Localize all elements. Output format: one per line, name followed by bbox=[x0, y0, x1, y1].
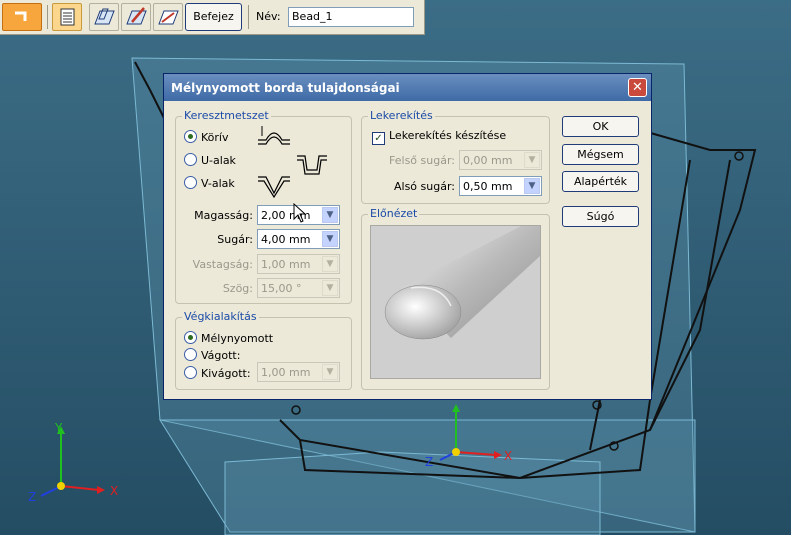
draw-profile-button[interactable] bbox=[121, 3, 151, 31]
upper-radius-label: Felső sugár: bbox=[389, 154, 455, 167]
plane-icon bbox=[94, 8, 115, 25]
cross-section-group-label: Keresztmetszet bbox=[182, 109, 271, 122]
radio-v-shape[interactable]: V-alak bbox=[184, 176, 235, 190]
bead-step-icon bbox=[15, 11, 27, 21]
radio-button[interactable] bbox=[184, 348, 197, 361]
radio-u-shape[interactable]: U-alak bbox=[184, 153, 236, 167]
lower-radius-label: Alsó sugár: bbox=[394, 180, 455, 193]
arc-profile-icon bbox=[258, 126, 290, 145]
lower-radius-combo[interactable]: 0,50 mm ▼ bbox=[459, 176, 542, 196]
upper-radius-value: 0,00 mm bbox=[463, 154, 513, 167]
v-profile-icon bbox=[258, 176, 290, 199]
chevron-down-icon[interactable]: ▼ bbox=[322, 280, 338, 296]
radio-button[interactable] bbox=[184, 153, 197, 166]
plane-select-button[interactable] bbox=[89, 3, 119, 31]
bead-properties-dialog: Mélynyomott borda tulajdonságai ✕ Keresz… bbox=[163, 73, 652, 400]
radio-punched[interactable]: Kivágott: bbox=[184, 366, 251, 380]
punched-combo[interactable]: 1,00 mm ▼ bbox=[257, 362, 340, 382]
radio-button[interactable] bbox=[184, 366, 197, 379]
axis-z-label: Z bbox=[28, 490, 36, 504]
cancel-button[interactable]: Mégsem bbox=[562, 144, 639, 165]
radio-arc-label: Körív bbox=[201, 131, 229, 144]
side-step-button[interactable] bbox=[153, 3, 183, 31]
bead-preview-image bbox=[370, 225, 541, 379]
end-condition-group: Végkialakítás Mélynyomott Vágott: Kivágo… bbox=[175, 310, 352, 390]
coordinate-triad-left: Y X Z bbox=[28, 421, 118, 504]
radio-u-shape-label: U-alak bbox=[201, 154, 236, 167]
help-button[interactable]: Súgó bbox=[562, 206, 639, 227]
radius-label: Sugár: bbox=[217, 233, 253, 246]
name-input[interactable]: Bead_1 bbox=[288, 7, 414, 27]
mouse-cursor-icon bbox=[293, 203, 307, 223]
chevron-down-icon[interactable]: ▼ bbox=[524, 178, 540, 194]
thickness-value: 1,00 mm bbox=[261, 258, 311, 271]
axis-x-label: X bbox=[504, 449, 512, 463]
ok-button[interactable]: OK bbox=[562, 116, 639, 137]
radius-value: 4,00 mm bbox=[261, 233, 311, 246]
chevron-down-icon[interactable]: ▼ bbox=[524, 152, 540, 168]
chevron-down-icon[interactable]: ▼ bbox=[322, 231, 338, 247]
pencil-icon bbox=[126, 7, 147, 25]
rounding-group: Lekerekítés ✓ Lekerekítés készítése Felső… bbox=[361, 109, 550, 204]
chevron-down-icon[interactable]: ▼ bbox=[322, 256, 338, 272]
chevron-down-icon[interactable]: ▼ bbox=[322, 207, 338, 223]
lower-radius-value: 0,50 mm bbox=[463, 180, 513, 193]
punched-value: 1,00 mm bbox=[261, 366, 311, 379]
defaults-button[interactable]: Alapérték bbox=[562, 171, 639, 192]
finish-button[interactable]: Befejez bbox=[185, 3, 242, 31]
u-profile-icon bbox=[297, 155, 327, 175]
toolbar-separator bbox=[248, 5, 249, 29]
radio-cut[interactable]: Vágott: bbox=[184, 348, 240, 362]
dialog-title: Mélynyomott borda tulajdonságai bbox=[171, 81, 400, 95]
thickness-combo[interactable]: 1,00 mm ▼ bbox=[257, 254, 340, 274]
radio-button[interactable] bbox=[184, 130, 197, 143]
axis-x-label: X bbox=[110, 484, 118, 498]
toolbar-separator bbox=[47, 5, 48, 29]
radio-v-shape-label: V-alak bbox=[201, 177, 235, 190]
preview-group-label: Előnézet bbox=[368, 207, 420, 220]
command-bar: Befejez Név: Bead_1 bbox=[0, 0, 425, 35]
angle-value: 15,00 ° bbox=[261, 282, 302, 295]
angle-combo[interactable]: 15,00 ° ▼ bbox=[257, 278, 340, 298]
height-label: Magasság: bbox=[194, 209, 253, 222]
side-plane-icon bbox=[158, 10, 179, 25]
upper-radius-combo[interactable]: 0,00 mm ▼ bbox=[459, 150, 542, 170]
close-icon: ✕ bbox=[632, 80, 643, 95]
axis-y-label: Y bbox=[54, 421, 63, 435]
close-button[interactable]: ✕ bbox=[628, 78, 647, 97]
rounding-checkbox-label: Lekerekítés készítése bbox=[389, 129, 507, 142]
cross-section-group: Keresztmetszet Körív U-alak V-alak Magas… bbox=[175, 109, 352, 304]
properties-icon bbox=[60, 8, 75, 26]
radio-formed[interactable]: Mélynyomott bbox=[184, 331, 273, 345]
radio-button[interactable] bbox=[184, 176, 197, 189]
rounding-group-label: Lekerekítés bbox=[368, 109, 435, 122]
rounding-checkbox-row[interactable]: ✓ Lekerekítés készítése bbox=[372, 129, 506, 145]
thickness-label: Vastagság: bbox=[192, 258, 253, 271]
radio-formed-label: Mélynyomott bbox=[201, 332, 274, 345]
radio-punched-label: Kivágott: bbox=[201, 367, 251, 380]
chevron-down-icon[interactable]: ▼ bbox=[322, 364, 338, 380]
end-condition-group-label: Végkialakítás bbox=[182, 310, 259, 323]
dialog-titlebar[interactable]: Mélynyomott borda tulajdonságai ✕ bbox=[164, 74, 651, 101]
checkbox-checked-icon[interactable]: ✓ bbox=[372, 132, 385, 145]
radio-arc[interactable]: Körív bbox=[184, 130, 228, 144]
radius-combo[interactable]: 4,00 mm ▼ bbox=[257, 229, 340, 249]
radio-cut-label: Vágott: bbox=[201, 349, 241, 362]
radio-button[interactable] bbox=[184, 331, 197, 344]
axis-z-label: Z bbox=[425, 455, 433, 469]
step-button[interactable] bbox=[2, 3, 42, 31]
angle-label: Szög: bbox=[222, 282, 253, 295]
name-label: Név: bbox=[256, 10, 281, 23]
coordinate-triad-center: X Z bbox=[425, 404, 512, 469]
properties-button[interactable] bbox=[52, 3, 82, 31]
